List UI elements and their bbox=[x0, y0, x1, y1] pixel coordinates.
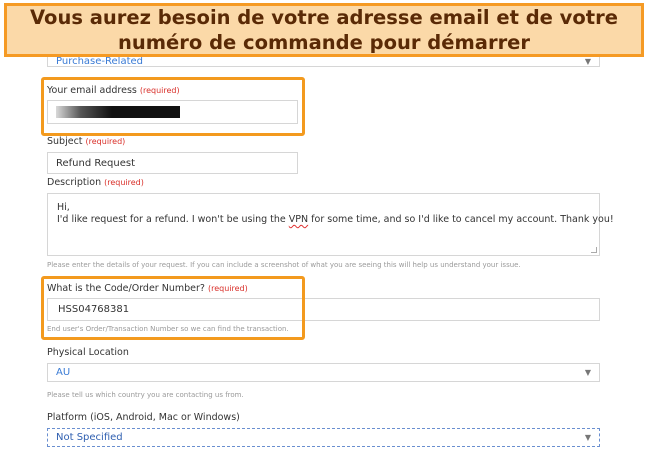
subject-value: Refund Request bbox=[56, 158, 135, 169]
order-number-value: HSS04768381 bbox=[58, 304, 130, 315]
spellcheck-word: VPN bbox=[288, 214, 309, 225]
location-select[interactable]: AU ▼ bbox=[47, 363, 600, 382]
order-label: What is the Code/Order Number? (required) bbox=[47, 283, 248, 294]
redacted-email bbox=[56, 106, 180, 118]
order-required-marker: (required) bbox=[207, 284, 248, 293]
chevron-down-icon: ▼ bbox=[584, 433, 591, 442]
chevron-down-icon: ▼ bbox=[584, 368, 591, 377]
description-line-1: Hi, bbox=[57, 202, 70, 213]
banner-text: Vous aurez besoin de votre adresse email… bbox=[30, 6, 618, 54]
resize-handle[interactable] bbox=[591, 247, 597, 253]
order-help: End user's Order/Transaction Number so w… bbox=[47, 325, 289, 333]
description-required-marker: (required) bbox=[104, 178, 144, 187]
location-select-value: AU bbox=[56, 367, 71, 378]
location-label: Physical Location bbox=[47, 347, 129, 358]
order-number-input[interactable]: HSS04768381 bbox=[47, 298, 600, 321]
subject-label: Subject (required) bbox=[47, 136, 126, 147]
platform-select[interactable]: Not Specified ▼ bbox=[47, 428, 600, 447]
description-label: Description (required) bbox=[47, 177, 144, 188]
description-line-2: I'd like request for a refund. I won't b… bbox=[57, 214, 614, 225]
location-help: Please tell us which country you are con… bbox=[47, 391, 244, 399]
description-help: Please enter the details of your request… bbox=[47, 261, 521, 269]
chevron-down-icon: ▼ bbox=[584, 57, 591, 66]
platform-select-value: Not Specified bbox=[56, 432, 123, 443]
category-select-value: Purchase-Related bbox=[56, 56, 143, 67]
email-required-marker: (required) bbox=[139, 86, 180, 95]
instruction-banner: Vous aurez besoin de votre adresse email… bbox=[4, 3, 644, 57]
subject-required-marker: (required) bbox=[85, 137, 126, 146]
subject-input[interactable]: Refund Request bbox=[47, 152, 298, 174]
email-label: Your email address (required) bbox=[47, 85, 180, 96]
platform-label: Platform (iOS, Android, Mac or Windows) bbox=[47, 412, 240, 423]
